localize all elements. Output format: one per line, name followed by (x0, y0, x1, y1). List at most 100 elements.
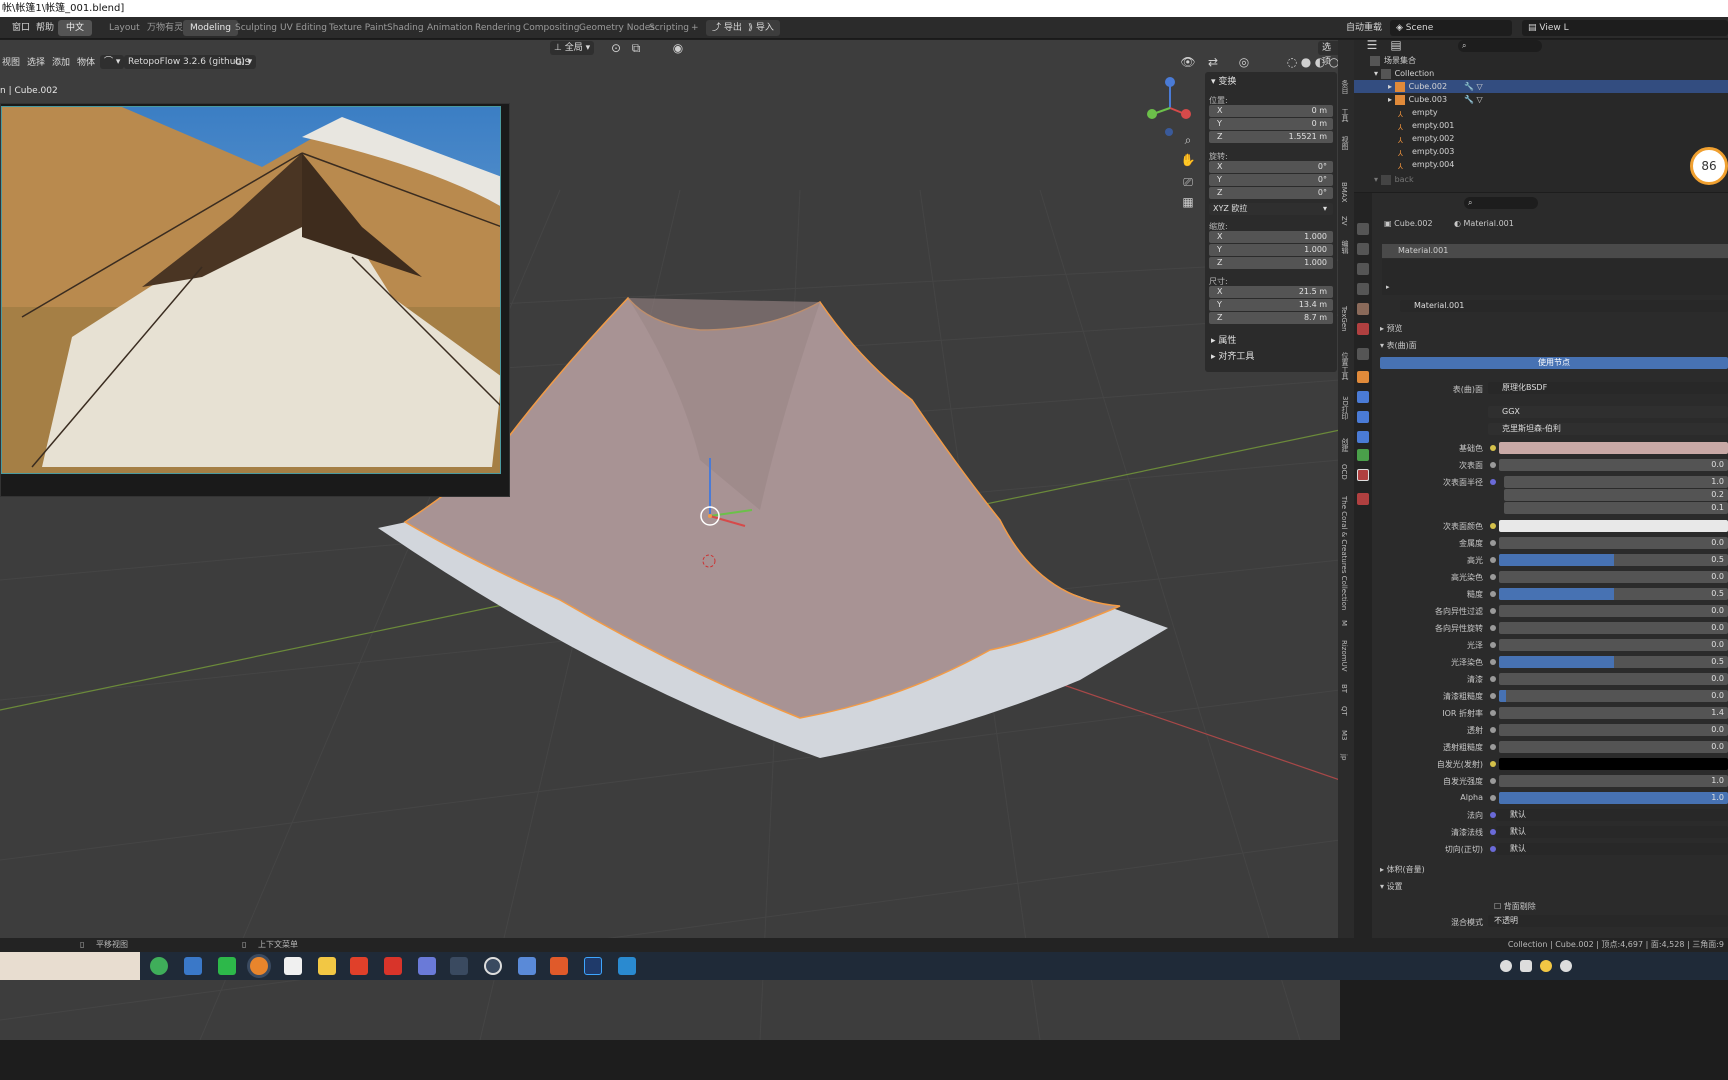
vtab-item[interactable]: 条目 (1340, 80, 1350, 94)
color-swatch[interactable] (1499, 442, 1728, 454)
socket-icon[interactable] (1490, 574, 1496, 580)
app-red-icon[interactable] (350, 957, 368, 975)
grid-view-icon[interactable]: ▦ (1180, 194, 1196, 210)
slider-field[interactable]: 0.0 (1499, 741, 1728, 753)
dimensions-z-field[interactable]: Z 8.7 m (1209, 312, 1333, 324)
camera-icon[interactable]: ⎚ (1180, 174, 1196, 190)
input-dropdown[interactable]: 默认 (1496, 826, 1728, 838)
slider-field[interactable]: 0.0 (1499, 690, 1728, 702)
tool-tab-icon[interactable] (1357, 223, 1369, 235)
folder-icon[interactable] (318, 957, 336, 975)
vector-component-field[interactable]: 0.2 (1504, 489, 1728, 501)
rotation-mode-dropdown[interactable]: XYZ 欧拉 ▾ (1209, 203, 1333, 215)
surface-section[interactable]: ▾ 表(曲)面 (1380, 340, 1480, 351)
app-bird-icon[interactable] (450, 957, 468, 975)
vtab-coral[interactable]: The Coral & Creatures Collection (1340, 496, 1348, 610)
vtab-bt[interactable]: BT (1340, 684, 1348, 693)
world-tab-icon[interactable] (1357, 323, 1369, 335)
tray-icon[interactable] (1540, 960, 1552, 972)
vtab-m3[interactable]: M3 (1340, 730, 1348, 741)
3d-viewport[interactable]: ⊥ 全局 ▾ ⊙ ⧉ ◉ 选项 ▾ 视图 选择 添加 物体 ⌒ ▾ Retopo… (0, 40, 1340, 1040)
slider-field[interactable]: 0.5 (1499, 588, 1728, 600)
outliner-item-empty-004[interactable]: ⅄ empty.004 (1354, 158, 1728, 171)
socket-icon[interactable] (1490, 540, 1496, 546)
preview-section[interactable]: ▸ 预览 (1380, 323, 1480, 334)
object-mode-dropdown[interactable]: ⌒ ▾ (100, 55, 125, 69)
reference-image-window[interactable] (0, 103, 510, 497)
gis-menu[interactable]: GIS (235, 56, 250, 70)
menu-window[interactable]: 窗口 (12, 17, 30, 39)
vtab-edit[interactable]: 编辑 (1340, 240, 1350, 254)
vtab-tool[interactable]: 工具 (1340, 108, 1350, 122)
vtab-position[interactable]: 位置工具 (1340, 352, 1350, 380)
options-dropdown[interactable]: 选项 ▾ (1318, 41, 1340, 81)
material-breadcrumb[interactable]: ◐ Material.001 (1454, 219, 1544, 228)
blend-mode-dropdown[interactable]: 不透明 (1488, 915, 1728, 927)
vtab-create[interactable]: 创建 (1340, 438, 1350, 452)
vtab-qt[interactable]: QT (1340, 706, 1348, 716)
material-slot[interactable]: Material.001 (1382, 244, 1728, 258)
tray-icon[interactable] (1500, 960, 1512, 972)
vtab-ocd[interactable]: OCD (1340, 464, 1348, 480)
vtab-3dprint[interactable]: 3D打印 (1340, 396, 1350, 420)
slider-field[interactable]: 0.0 (1499, 571, 1728, 583)
slider-field[interactable]: 0.0 (1499, 724, 1728, 736)
tray-icon[interactable] (1560, 960, 1572, 972)
material-slot-list[interactable]: ▸ (1382, 259, 1728, 295)
outliner-item-empty-003[interactable]: ⅄ empty.003 (1354, 145, 1728, 158)
subsurface-method-dropdown[interactable]: 克里斯坦森-伯利 (1488, 423, 1728, 435)
object-tab-icon[interactable] (1357, 371, 1369, 383)
location-y-field[interactable]: Y0 m (1209, 118, 1333, 130)
socket-icon[interactable] (1490, 693, 1496, 699)
color-swatch[interactable] (1499, 758, 1728, 770)
socket-icon[interactable] (1490, 744, 1496, 750)
pan-hand-icon[interactable]: ✋ (1180, 152, 1196, 168)
vector-component-field[interactable]: 0.1 (1504, 502, 1728, 514)
modifier-icon[interactable]: 🔧 ▽ (1464, 80, 1483, 93)
data-tab-icon[interactable] (1357, 449, 1369, 461)
location-z-field[interactable]: Z 1.5521 m (1209, 131, 1333, 143)
vtab-zv[interactable]: ZV (1340, 216, 1348, 226)
socket-icon[interactable] (1490, 591, 1496, 597)
editor-type-icon[interactable]: ☰ (1364, 37, 1380, 53)
app-explorer-blue-icon[interactable] (184, 957, 202, 975)
input-dropdown[interactable]: 默认 (1496, 809, 1728, 821)
input-dropdown[interactable]: 默认 (1496, 843, 1728, 855)
outliner-search-input[interactable]: ⌕ (1458, 40, 1542, 52)
particles-tab-icon[interactable] (1357, 411, 1369, 423)
dimensions-x-field[interactable]: X 21.5 m (1209, 286, 1333, 298)
socket-icon[interactable] (1490, 608, 1496, 614)
texture-tab-icon[interactable] (1357, 493, 1369, 505)
vtab-texgen[interactable]: TexGen (1340, 306, 1348, 332)
modifier-tab-icon[interactable] (1357, 391, 1369, 403)
socket-icon[interactable] (1490, 727, 1496, 733)
vtab-jp[interactable]: jp (1340, 754, 1348, 760)
transform-header[interactable]: ▾ 变换 (1211, 75, 1236, 89)
scale-z-field[interactable]: Z 1.000 (1209, 257, 1333, 269)
vector-component-field[interactable]: 1.0 (1504, 476, 1728, 488)
outliner-collection-back[interactable]: ▾ back (1354, 173, 1728, 186)
settings-section[interactable]: ▾ 设置 (1380, 881, 1480, 892)
outliner-item-cube-002[interactable]: ▸ Cube.002 🔧 ▽ (1354, 80, 1728, 93)
app-3-icon[interactable] (618, 957, 636, 975)
outliner-collection[interactable]: ▾ Collection (1354, 67, 1728, 80)
properties-section[interactable]: ▸ 属性 (1211, 334, 1236, 348)
vtab-rizomuv[interactable]: RizomUV (1340, 640, 1348, 672)
properties-search-input[interactable]: ⌕ (1464, 197, 1538, 209)
use-nodes-button[interactable]: 使用节点 (1380, 357, 1728, 369)
view-layer-selector[interactable]: ▤ View L (1522, 20, 1728, 36)
modifier-icon[interactable]: 🔧 ▽ (1464, 93, 1483, 106)
slider-field[interactable]: 0.5 (1499, 554, 1728, 566)
menu-view[interactable]: 视图 (2, 56, 20, 70)
import-button[interactable]: ⟫ 导入 (742, 20, 780, 36)
display-mode-icon[interactable]: ▤ (1388, 37, 1404, 53)
distribution-dropdown[interactable]: GGX (1488, 406, 1728, 418)
app-mountain-icon[interactable] (418, 957, 436, 975)
output-tab-icon[interactable] (1357, 263, 1369, 275)
material-tab-icon[interactable] (1357, 469, 1369, 481)
outliner-item-empty[interactable]: ⅄ empty (1354, 106, 1728, 119)
socket-icon[interactable] (1490, 523, 1496, 529)
add-workspace-button[interactable]: + (684, 20, 706, 36)
socket-icon[interactable] (1490, 625, 1496, 631)
outliner-item-cube-003[interactable]: ▸ Cube.003 🔧 ▽ (1354, 93, 1728, 106)
